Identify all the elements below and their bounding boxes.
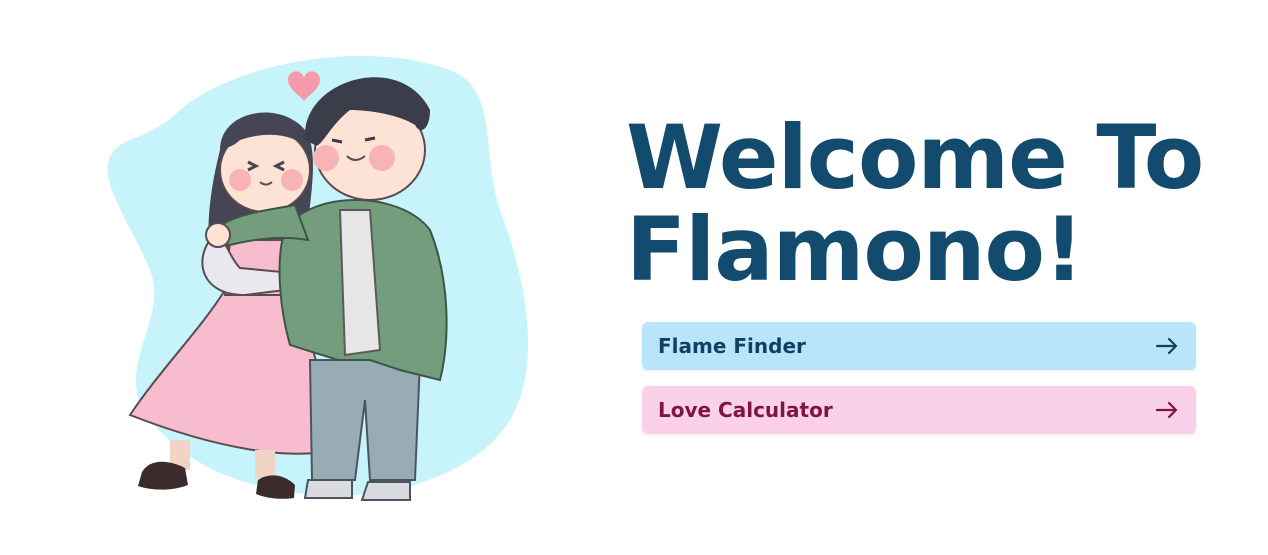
couple-illustration <box>70 40 540 510</box>
page-title: Welcome To Flamono! <box>626 106 1204 301</box>
flame-finder-label: Flame Finder <box>658 334 806 358</box>
love-calculator-button[interactable]: Love Calculator <box>642 386 1196 434</box>
arrow-right-icon <box>1155 401 1178 419</box>
main-menu: Flame Finder Love Calculator <box>642 322 1196 450</box>
flame-finder-button[interactable]: Flame Finder <box>642 322 1196 370</box>
arrow-right-icon <box>1155 337 1178 355</box>
love-calculator-label: Love Calculator <box>658 398 833 422</box>
